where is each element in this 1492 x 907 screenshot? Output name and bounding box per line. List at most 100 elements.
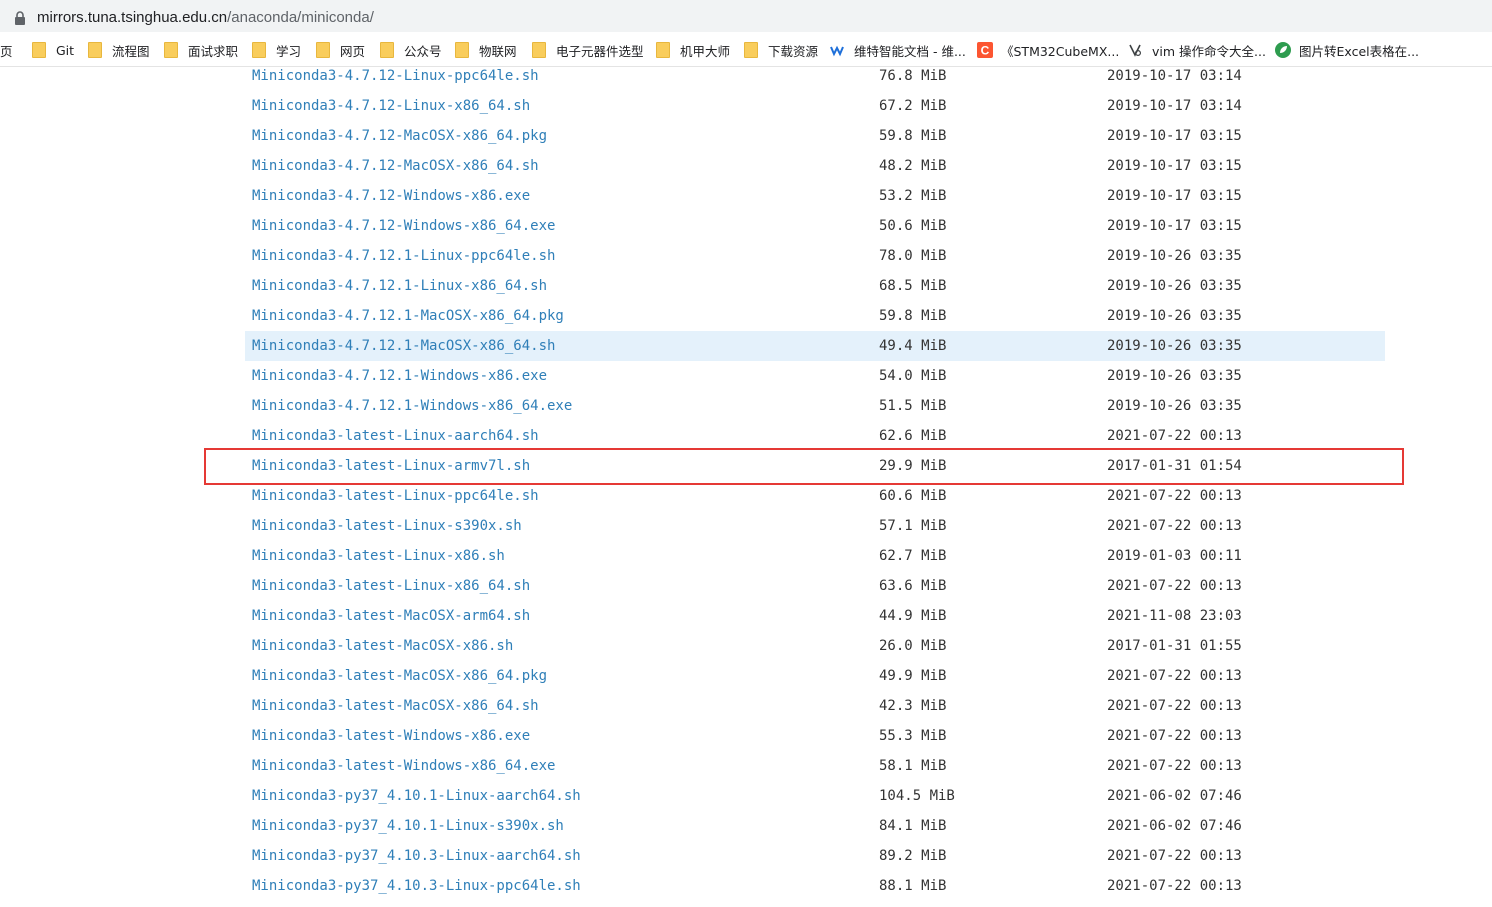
file-row: Miniconda3-4.7.12.1-Windows-x86_64.exe 51…: [245, 397, 1385, 427]
folder-icon: [380, 42, 394, 58]
file-row: Miniconda3-latest-MacOSX-arm64.sh 44.9 Mi…: [245, 607, 1385, 637]
bookmark-wit-docs[interactable]: 维特智能文档 - 维...: [830, 34, 966, 66]
bookmark-folder-official-accounts[interactable]: 公众号: [380, 34, 442, 66]
file-size: 60.6 MiB: [879, 488, 947, 504]
bookmark-folder-git[interactable]: Git: [32, 34, 74, 66]
file-link[interactable]: Miniconda3-latest-Linux-s390x.sh: [252, 517, 522, 535]
bookmark-folder-webpages[interactable]: 网页: [316, 34, 365, 66]
file-size: 59.8 MiB: [879, 308, 947, 324]
bookmark-label: 下载资源: [768, 43, 819, 59]
file-link[interactable]: Miniconda3-4.7.12.1-Windows-x86.exe: [252, 367, 547, 385]
bookmark-label: 《STM32CubeMX...: [1001, 43, 1120, 59]
file-link[interactable]: Miniconda3-latest-Linux-x86_64.sh: [252, 577, 530, 595]
bookmarks-bar: 页 Git 流程图 面试求职 学习 网页 公众号 物联网 电子元器件选型 机甲大…: [0, 34, 1492, 67]
file-link[interactable]: Miniconda3-latest-Linux-aarch64.sh: [252, 427, 539, 445]
file-link[interactable]: Miniconda3-latest-MacOSX-arm64.sh: [252, 607, 530, 625]
file-row: Miniconda3-latest-Linux-x86_64.sh 63.6 Mi…: [245, 577, 1385, 607]
file-link[interactable]: Miniconda3-py37_4.10.1-Linux-aarch64.sh: [252, 787, 581, 805]
file-row: Miniconda3-latest-Linux-ppc64le.sh 60.6 M…: [245, 487, 1385, 517]
file-link[interactable]: Miniconda3-py37_4.10.3-Linux-ppc64le.sh: [252, 877, 581, 895]
file-link[interactable]: Miniconda3-py37_4.10.3-Linux-aarch64.sh: [252, 847, 581, 865]
bookmark-label: 物联网: [479, 43, 517, 59]
file-link[interactable]: Miniconda3-4.7.12-Linux-ppc64le.sh: [252, 67, 539, 85]
file-date: 2019-10-26 03:35: [1107, 338, 1242, 354]
file-row: Miniconda3-py37_4.10.3-Linux-ppc64le.sh 8…: [245, 877, 1385, 907]
file-link[interactable]: Miniconda3-latest-Windows-x86_64.exe: [252, 757, 555, 775]
file-date: 2021-07-22 00:13: [1107, 728, 1242, 744]
file-date: 2019-10-26 03:35: [1107, 398, 1242, 414]
bookmark-image-to-excel[interactable]: 图片转Excel表格在...: [1275, 34, 1419, 66]
file-link[interactable]: Miniconda3-4.7.12.1-MacOSX-x86_64.pkg: [252, 307, 564, 325]
file-date: 2019-10-17 03:14: [1107, 68, 1242, 84]
file-size: 63.6 MiB: [879, 578, 947, 594]
file-size: 58.1 MiB: [879, 758, 947, 774]
file-size: 62.7 MiB: [879, 548, 947, 564]
file-link[interactable]: Miniconda3-latest-Windows-x86.exe: [252, 727, 530, 745]
bookmark-folder-flowchart[interactable]: 流程图: [88, 34, 150, 66]
file-link[interactable]: Miniconda3-latest-Linux-x86.sh: [252, 547, 505, 565]
file-link[interactable]: Miniconda3-4.7.12.1-Windows-x86_64.exe: [252, 397, 572, 415]
bookmark-label: vim 操作命令大全...: [1152, 43, 1266, 59]
folder-icon: [744, 42, 758, 58]
bookmark-label: 电子元器件选型: [556, 43, 644, 59]
file-date: 2017-01-31 01:55: [1107, 638, 1242, 654]
bookmark-folder-study[interactable]: 学习: [252, 34, 301, 66]
file-date: 2021-07-22 00:13: [1107, 578, 1242, 594]
file-date: 2019-10-26 03:35: [1107, 248, 1242, 264]
bookmark-label: Git: [56, 42, 75, 58]
file-link[interactable]: Miniconda3-4.7.12.1-MacOSX-x86_64.sh: [252, 337, 555, 355]
file-link[interactable]: Miniconda3-4.7.12-Linux-x86_64.sh: [252, 97, 530, 115]
file-row: Miniconda3-latest-MacOSX-x86_64.sh 42.3 M…: [245, 697, 1385, 727]
file-row: Miniconda3-4.7.12-Linux-x86_64.sh 67.2 Mi…: [245, 97, 1385, 127]
file-size: 67.2 MiB: [879, 98, 947, 114]
file-date: 2021-07-22 00:13: [1107, 428, 1242, 444]
file-row: Miniconda3-latest-Linux-aarch64.sh 62.6 M…: [245, 427, 1385, 457]
file-date: 2019-10-26 03:35: [1107, 368, 1242, 384]
file-size: 59.8 MiB: [879, 128, 947, 144]
file-link[interactable]: Miniconda3-latest-MacOSX-x86_64.pkg: [252, 667, 547, 685]
file-link[interactable]: Miniconda3-latest-MacOSX-x86.sh: [252, 637, 513, 655]
file-size: 48.2 MiB: [879, 158, 947, 174]
file-row: Miniconda3-latest-Linux-x86.sh 62.7 MiB 20…: [245, 547, 1385, 577]
wit-logo-icon: [830, 45, 844, 57]
bookmark-folder-iot[interactable]: 物联网: [455, 34, 517, 66]
file-row: Miniconda3-latest-Windows-x86.exe 55.3 Mi…: [245, 727, 1385, 757]
bookmark-folder-robomaster[interactable]: 机甲大师: [656, 34, 730, 66]
file-link[interactable]: Miniconda3-4.7.12-Windows-x86.exe: [252, 187, 530, 205]
svg-text:C: C: [981, 44, 990, 58]
file-link[interactable]: Miniconda3-4.7.12-Windows-x86_64.exe: [252, 217, 555, 235]
file-date: 2019-10-26 03:35: [1107, 308, 1242, 324]
bookmark-label: 维特智能文档 - 维...: [854, 43, 966, 59]
file-link[interactable]: Miniconda3-latest-Linux-armv7l.sh: [252, 457, 530, 475]
file-row: Miniconda3-4.7.12.1-Linux-x86_64.sh 68.5 …: [245, 277, 1385, 307]
bookmark-folder-components[interactable]: 电子元器件选型: [532, 34, 644, 66]
file-size: 84.1 MiB: [879, 818, 947, 834]
folder-icon: [164, 42, 178, 58]
bookmark-vim-commands[interactable]: vim 操作命令大全...: [1128, 34, 1266, 66]
file-date: 2021-06-02 07:46: [1107, 788, 1242, 804]
file-link[interactable]: Miniconda3-latest-MacOSX-x86_64.sh: [252, 697, 539, 715]
address-bar[interactable]: mirrors.tuna.tsinghua.edu.cn/anaconda/mi…: [0, 2, 1492, 30]
file-link[interactable]: Miniconda3-latest-Linux-ppc64le.sh: [252, 487, 539, 505]
file-size: 104.5 MiB: [879, 788, 955, 804]
lock-icon[interactable]: [14, 11, 26, 25]
file-link[interactable]: Miniconda3-4.7.12.1-Linux-ppc64le.sh: [252, 247, 555, 265]
file-link[interactable]: Miniconda3-4.7.12-MacOSX-x86_64.pkg: [252, 127, 547, 145]
file-link[interactable]: Miniconda3-4.7.12.1-Linux-x86_64.sh: [252, 277, 547, 295]
file-row: Miniconda3-4.7.12.1-Windows-x86.exe 54.0 …: [245, 367, 1385, 397]
file-link[interactable]: Miniconda3-4.7.12-MacOSX-x86_64.sh: [252, 157, 539, 175]
bookmark-folder-jobs[interactable]: 面试求职: [164, 34, 238, 66]
url-host: mirrors.tuna.tsinghua.edu.cn: [37, 9, 228, 26]
bookmark-folder-downloads[interactable]: 下载资源: [744, 34, 818, 66]
file-row: Miniconda3-4.7.12-MacOSX-x86_64.pkg 59.8 …: [245, 127, 1385, 157]
bookmark-label: 图片转Excel表格在...: [1299, 43, 1420, 59]
file-link[interactable]: Miniconda3-py37_4.10.1-Linux-s390x.sh: [252, 817, 564, 835]
bookmark-stm32cubemx[interactable]: C 《STM32CubeMX...: [977, 34, 1119, 66]
file-row: Miniconda3-latest-Linux-s390x.sh 57.1 MiB…: [245, 517, 1385, 547]
bookmark-partial[interactable]: 页: [0, 34, 13, 66]
folder-icon: [252, 42, 266, 58]
url-path: /anaconda/miniconda/: [227, 9, 374, 26]
file-date: 2019-10-17 03:15: [1107, 188, 1242, 204]
url-text[interactable]: mirrors.tuna.tsinghua.edu.cn/anaconda/mi…: [37, 8, 374, 28]
file-size: 76.8 MiB: [879, 68, 947, 84]
